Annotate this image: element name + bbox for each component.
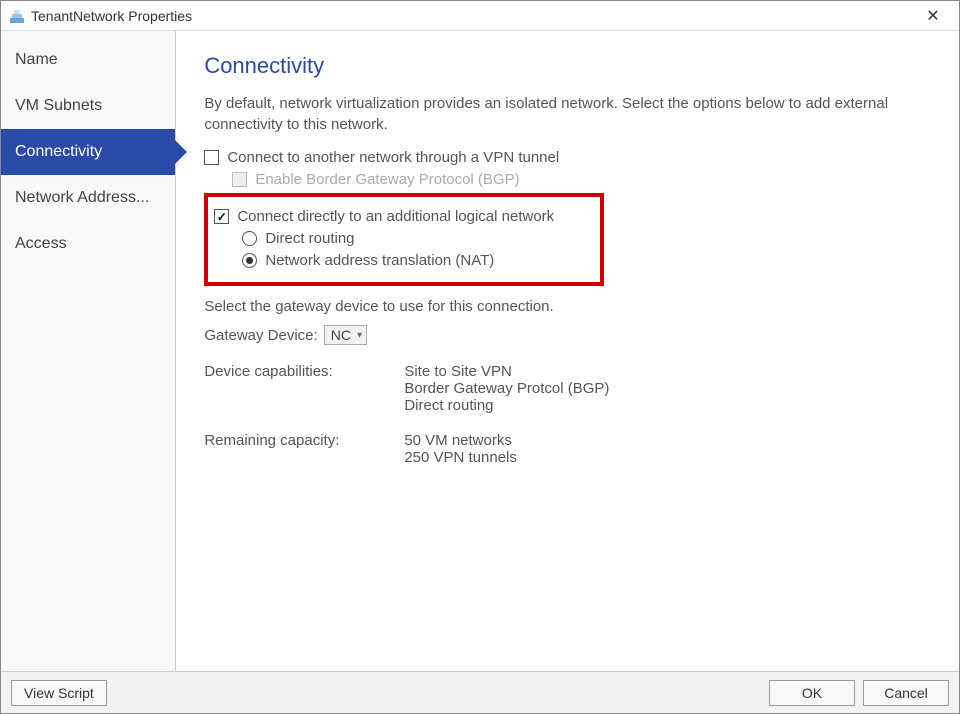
gateway-device-value: NC [331,327,351,343]
device-capabilities-values: Site to Site VPN Border Gateway Protcol … [404,363,931,414]
button-label: View Script [24,685,94,701]
checkbox-vpn-tunnel[interactable] [204,150,219,165]
gateway-prompt: Select the gateway device to use for thi… [204,296,931,317]
close-button[interactable]: ✕ [913,2,953,30]
button-label: OK [802,685,822,701]
capability-value: Site to Site VPN [404,363,931,380]
capacity-value: 250 VPN tunnels [404,449,931,466]
titlebar: TenantNetwork Properties ✕ [1,1,959,31]
page-description: By default, network virtualization provi… [204,93,931,135]
ok-button[interactable]: OK [769,680,855,706]
sidebar-item-network-address[interactable]: Network Address... [1,175,175,221]
option-connect-direct[interactable]: Connect directly to an additional logica… [214,208,590,225]
remaining-capacity-label: Remaining capacity: [204,432,404,466]
checkbox-connect-direct[interactable] [214,209,229,224]
window-title: TenantNetwork Properties [31,8,913,24]
sidebar-item-vm-subnets[interactable]: VM Subnets [1,83,175,129]
sidebar-item-label: Access [15,235,67,252]
page-title: Connectivity [204,53,931,79]
radio-direct-routing[interactable] [242,231,257,246]
capability-value: Border Gateway Protcol (BGP) [404,380,931,397]
device-capabilities-label: Device capabilities: [204,363,404,414]
sidebar: Name VM Subnets Connectivity Network Add… [1,31,176,671]
sidebar-item-connectivity[interactable]: Connectivity [1,129,175,175]
gateway-row: Gateway Device: NC ▾ [204,325,931,345]
checkbox-enable-bgp [232,172,247,187]
dialog-window: TenantNetwork Properties ✕ Name VM Subne… [0,0,960,714]
cancel-button[interactable]: Cancel [863,680,949,706]
capability-value: Direct routing [404,397,931,414]
app-icon [9,8,25,24]
sidebar-item-label: Network Address... [15,189,149,206]
option-enable-bgp: Enable Border Gateway Protocol (BGP) [232,171,931,188]
close-icon: ✕ [926,6,939,26]
option-vpn-tunnel[interactable]: Connect to another network through a VPN… [204,149,931,166]
sidebar-item-label: VM Subnets [15,97,102,114]
chevron-down-icon: ▾ [357,330,362,341]
option-label: Enable Border Gateway Protocol (BGP) [255,171,519,188]
option-label: Connect to another network through a VPN… [227,149,559,166]
gateway-device-select[interactable]: NC ▾ [324,325,367,345]
option-label: Direct routing [265,230,354,247]
main-panel: Connectivity By default, network virtual… [176,31,959,671]
dialog-footer: View Script OK Cancel [1,671,959,713]
radio-nat[interactable] [242,253,257,268]
sidebar-item-name[interactable]: Name [1,37,175,83]
dialog-body: Name VM Subnets Connectivity Network Add… [1,31,959,671]
option-direct-routing[interactable]: Direct routing [242,230,590,247]
sidebar-item-label: Name [15,51,58,68]
gateway-label: Gateway Device: [204,327,317,344]
sidebar-item-label: Connectivity [15,143,102,160]
option-label: Network address translation (NAT) [265,252,494,269]
highlight-annotation: Connect directly to an additional logica… [204,193,604,286]
capacity-value: 50 VM networks [404,432,931,449]
capabilities-table: Device capabilities: Site to Site VPN Bo… [204,363,931,466]
remaining-capacity-values: 50 VM networks 250 VPN tunnels [404,432,931,466]
option-nat[interactable]: Network address translation (NAT) [242,252,590,269]
sidebar-item-access[interactable]: Access [1,221,175,267]
view-script-button[interactable]: View Script [11,680,107,706]
option-label: Connect directly to an additional logica… [237,208,554,225]
button-label: Cancel [884,685,928,701]
